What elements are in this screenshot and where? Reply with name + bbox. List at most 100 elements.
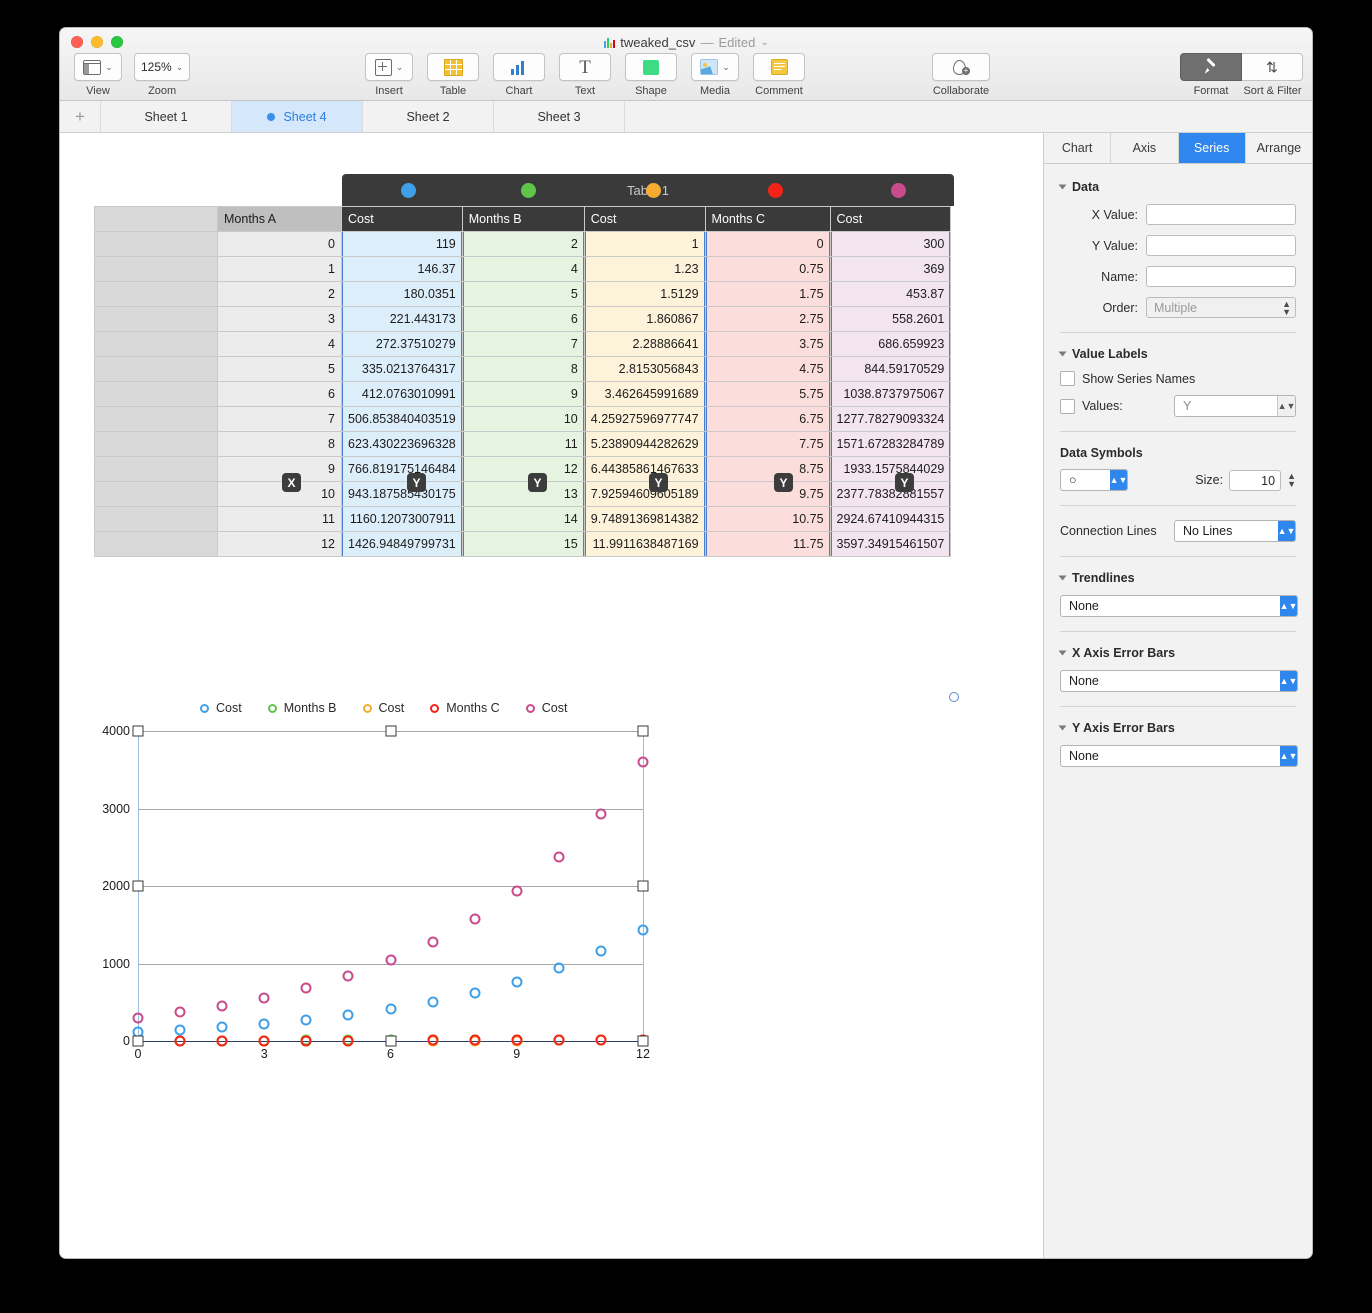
table-cell[interactable]: 7.92594609605189 (583, 481, 706, 507)
table-cell[interactable]: 1.860867 (583, 306, 706, 332)
row-header-cell[interactable] (94, 306, 218, 332)
row-header-cell[interactable] (94, 331, 218, 357)
order-select[interactable]: Multiple ▲ ▼ (1146, 297, 1296, 318)
data-point[interactable] (132, 1012, 144, 1024)
stepper-arrows-icon[interactable]: ▲▼ (1278, 521, 1295, 541)
data-point[interactable] (595, 1034, 607, 1046)
table-1[interactable]: Table 1 Months A Cost Months B Cost Mont… (94, 174, 959, 702)
row-header-cell[interactable] (94, 456, 218, 482)
tab-arrange[interactable]: Arrange (1245, 133, 1312, 163)
row-header-cell[interactable] (94, 406, 218, 432)
row-header-cell[interactable] (94, 506, 218, 532)
size-stepper-icon[interactable]: ▲ ▼ (1287, 472, 1296, 489)
stepper-arrows-icon[interactable]: ▲▼ (1280, 671, 1297, 691)
table-row[interactable]: 8 623.430223696328 11 5.23890944282629 7.75 1… (94, 431, 952, 457)
data-point[interactable] (258, 1035, 270, 1047)
stepper-arrows-icon[interactable]: ▲▼ (1280, 746, 1297, 766)
table-row[interactable]: 9 766.819175146484 12 6.44385861467633 8.75 1… (94, 456, 952, 482)
table-grid[interactable]: Months A Cost Months B Cost Months C Cos… (94, 206, 952, 557)
table-cell[interactable]: 412.0763010991 (341, 381, 463, 407)
table-cell[interactable]: 8 (217, 431, 342, 457)
axis-role-badge-y[interactable]: Y (774, 473, 793, 492)
table-cell[interactable]: 766.819175146484 (341, 456, 463, 482)
y-error-bars-section-header[interactable]: Y Axis Error Bars (1058, 721, 1296, 735)
stepper-arrows-icon[interactable]: ▲▼ (1282, 299, 1291, 316)
table-cell[interactable]: 1.5129 (583, 281, 706, 307)
table-cell[interactable]: 9.75 (704, 481, 831, 507)
sheet-tab-sheet-4[interactable]: Sheet 4 (232, 101, 363, 132)
table-cell[interactable]: 221.443173 (341, 306, 463, 332)
table-cell[interactable]: 1426.94849799731 (341, 531, 463, 557)
data-section-header[interactable]: Data (1058, 180, 1296, 194)
table-row[interactable]: 4 272.37510279 7 2.28886641 3.75 686.659923 (94, 331, 952, 357)
table-cell[interactable]: 1038.8737975067 (829, 381, 952, 407)
data-point[interactable] (216, 1035, 228, 1047)
table-cell[interactable]: 5 (217, 356, 342, 382)
symbol-size-input[interactable]: 10 (1229, 469, 1282, 491)
trendlines-select[interactable]: None ▲▼ (1060, 595, 1298, 617)
table-cell[interactable]: 3.75 (704, 331, 831, 357)
table-cell[interactable]: 14 (461, 506, 585, 532)
table-cell[interactable]: 146.37 (341, 256, 463, 282)
table-row[interactable]: 0 119 2 1 0 300 (94, 231, 952, 257)
row-header-cell[interactable] (94, 231, 218, 257)
add-sheet-button[interactable]: + (60, 101, 101, 132)
table-cell[interactable]: 300 (829, 231, 952, 257)
table-cell[interactable]: 13 (461, 481, 585, 507)
data-point[interactable] (216, 1000, 228, 1012)
table-cell[interactable]: 943.187585430175 (341, 481, 463, 507)
table-cell[interactable]: 7 (461, 331, 585, 357)
column-header-months-c[interactable]: Months C (704, 206, 831, 232)
data-point[interactable] (637, 924, 649, 936)
disclosure-triangle-icon[interactable] (1058, 650, 1067, 656)
legend-item[interactable]: Months C (430, 701, 500, 715)
table-cell[interactable]: 1 (217, 256, 342, 282)
chevron-down-icon[interactable]: ⌄ (760, 37, 768, 48)
data-point[interactable] (637, 756, 649, 768)
y-error-bars-select[interactable]: None ▲▼ (1060, 745, 1298, 767)
table-button[interactable]: Table (427, 53, 479, 97)
table-cell[interactable]: 453.87 (829, 281, 952, 307)
disclosure-triangle-icon[interactable] (1058, 351, 1067, 357)
data-point[interactable] (174, 1035, 186, 1047)
row-header-cell[interactable] (94, 481, 218, 507)
sheet-tab-sheet-3[interactable]: Sheet 3 (494, 101, 625, 132)
insert-button[interactable]: ⌄ Insert (365, 53, 413, 97)
table-cell[interactable]: 4 (461, 256, 585, 282)
values-row[interactable]: Values: Y ▲▼ (1060, 395, 1296, 417)
table-cell[interactable]: 3.462645991689 (583, 381, 706, 407)
table-cell[interactable]: 0 (704, 231, 831, 257)
table-row[interactable]: 6 412.0763010991 9 3.462645991689 5.75 1038.8… (94, 381, 952, 407)
chart-button[interactable]: Chart (493, 53, 545, 97)
trendlines-section-header[interactable]: Trendlines (1058, 571, 1296, 585)
table-cell[interactable]: 3 (217, 306, 342, 332)
chart-legend[interactable]: Cost Months B Cost Months C Cost (138, 693, 678, 723)
data-point[interactable] (342, 1035, 354, 1047)
disclosure-triangle-icon[interactable] (1058, 184, 1067, 190)
table-cell[interactable]: 11 (461, 431, 585, 457)
table-cell[interactable]: 1933.1575844029 (829, 456, 952, 482)
table-cell[interactable]: 844.59170529 (829, 356, 952, 382)
tab-series[interactable]: Series (1178, 133, 1246, 163)
chart-plot-area[interactable]: 0 1000 2000 3000 4000 0 3 6 9 12 (102, 724, 650, 1061)
table-row[interactable]: 7 506.853840403519 10 4.25927596977747 6.75 1… (94, 406, 952, 432)
table-resize-handle[interactable] (949, 692, 959, 702)
document-title[interactable]: tweaked_csv (620, 35, 695, 50)
data-point[interactable] (385, 1003, 396, 1015)
chart-selection-handle[interactable] (637, 1035, 649, 1047)
table-cell[interactable]: 1160.12073007911 (341, 506, 463, 532)
table-cell[interactable]: 15 (461, 531, 585, 557)
table-row[interactable]: 10 943.187585430175 13 7.92594609605189 9.75… (94, 481, 952, 507)
data-point[interactable] (427, 1034, 439, 1046)
data-point[interactable] (511, 976, 523, 988)
data-point[interactable] (385, 954, 396, 966)
table-cell[interactable]: 8 (461, 356, 585, 382)
axis-role-badge-y[interactable]: Y (528, 473, 547, 492)
sheet-canvas[interactable]: Table 1 Months A Cost Months B Cost Mont… (60, 133, 1043, 1258)
format-button[interactable]: Format (1180, 53, 1242, 97)
table-cell[interactable]: 623.430223696328 (341, 431, 463, 457)
table-cell[interactable]: 11.9911638487169 (583, 531, 706, 557)
name-input[interactable] (1146, 266, 1296, 287)
y-value-input[interactable] (1146, 235, 1296, 256)
row-header-cell[interactable] (94, 281, 218, 307)
